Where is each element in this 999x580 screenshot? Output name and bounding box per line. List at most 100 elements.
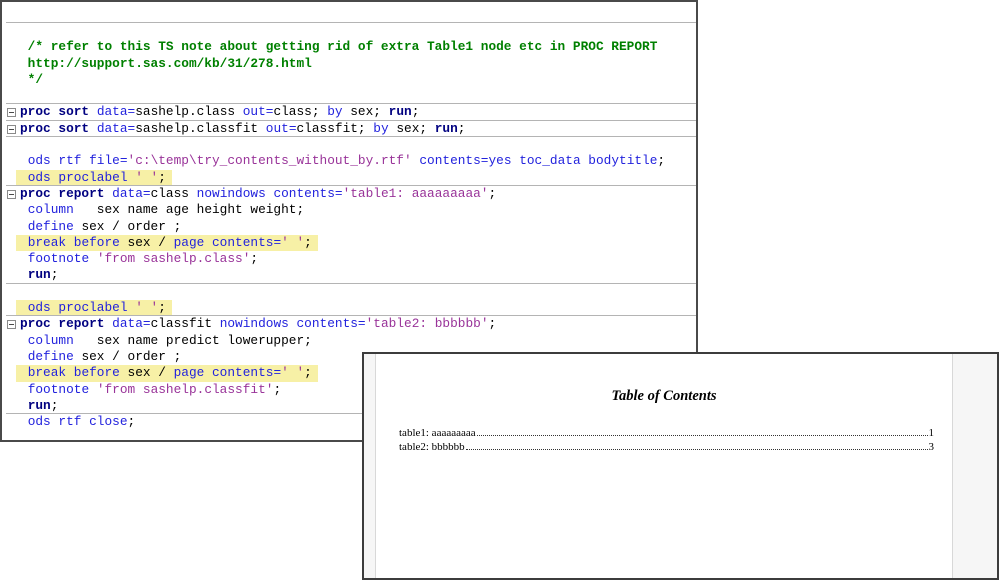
code-line: proc sort data=sashelp.classfit out=clas… <box>6 119 696 137</box>
code-token: data= <box>112 316 151 332</box>
code-token: page contents= <box>173 365 282 381</box>
code-text: footnote 'from sashelp.classfit'; <box>20 382 281 398</box>
code-token: contents=yes toc_data bodytitle <box>419 153 658 169</box>
code-token: ; <box>411 104 420 120</box>
code-token: footnote <box>27 381 90 397</box>
code-token: data= <box>112 185 151 201</box>
code-text: proc sort data=sashelp.class out=class; … <box>20 104 419 120</box>
code-text: define sex / order ; <box>20 218 182 235</box>
code-token: ' ' <box>135 300 159 316</box>
code-token: class; <box>273 104 328 120</box>
collapse-minus-icon[interactable] <box>7 320 16 330</box>
toc-entry-label[interactable]: table1: aaaaaaaaa <box>399 427 476 441</box>
code-line-blank <box>6 136 696 153</box>
code-token: class <box>150 185 197 201</box>
code-token: nowindows contents= <box>196 185 343 201</box>
code-text: column sex name age height weight; <box>20 202 304 218</box>
code-token: by <box>373 120 389 136</box>
code-line: run; <box>20 267 696 283</box>
code-line: */ <box>20 72 696 88</box>
toc-entry-page-number: 3 <box>928 440 935 453</box>
code-token: column <box>27 332 74 348</box>
code-text: proc sort data=sashelp.classfit out=clas… <box>20 121 465 137</box>
code-token: sashelp.classfit <box>135 120 266 136</box>
code-token: page contents= <box>173 234 282 250</box>
collapse-minus-icon[interactable] <box>7 108 16 118</box>
code-text: define sex / order ; <box>20 348 182 365</box>
code-token: ' ' <box>281 234 305 250</box>
code-token: run <box>434 120 458 136</box>
code-line: proc report data=classfit nowindows cont… <box>6 315 696 332</box>
code-token: define <box>27 348 74 364</box>
code-token: run <box>27 267 51 283</box>
toc-entry-page-number: 1 <box>928 427 935 439</box>
code-line: ods proclabel ' '; <box>16 300 696 317</box>
code-token: 'table2: bbbbbb' <box>365 316 489 332</box>
code-token: ; <box>457 120 466 136</box>
code-line: define sex / order ; <box>20 219 696 235</box>
toc-entry: table2: bbbbbb 3 <box>399 441 934 455</box>
code-token: ' ' <box>281 365 305 381</box>
code-text: run; <box>20 397 59 414</box>
code-token: break before <box>27 365 120 381</box>
code-token: sex; <box>342 104 389 120</box>
code-token: ; <box>304 365 312 381</box>
code-text: proc report data=classfit nowindows cont… <box>20 316 496 332</box>
code-token: ; <box>127 414 136 430</box>
code-text: proc report data=class nowindows content… <box>20 186 496 202</box>
toc-entry: table1: aaaaaaaaa 1 <box>399 427 934 441</box>
code-line: ods proclabel ' '; <box>16 169 696 186</box>
rtf-preview-window: Table of Contents table1: aaaaaaaaa 1 tabl… <box>362 352 999 580</box>
code-token: /* refer to this TS note about getting r… <box>20 39 658 55</box>
code-text: */ <box>20 72 43 88</box>
code-text: column sex name predict lowerupper; <box>20 333 312 349</box>
code-token: sex; <box>388 120 435 136</box>
code-token: ; <box>50 397 59 413</box>
toc-entry-label[interactable]: table2: bbbbbb <box>399 441 465 455</box>
code-token: sashelp.class <box>135 104 243 120</box>
collapse-minus-icon[interactable] <box>7 189 16 199</box>
code-token: sex / order ; <box>73 218 182 234</box>
code-token: by <box>327 104 343 120</box>
code-token: sex / <box>119 365 174 381</box>
code-token: ; <box>657 153 666 169</box>
code-token: run <box>27 397 51 413</box>
collapse-minus-icon[interactable] <box>7 124 16 134</box>
code-line: /* refer to this TS note about getting r… <box>20 39 696 55</box>
code-line: proc report data=class nowindows content… <box>6 184 696 202</box>
code-text: run; <box>20 267 59 283</box>
code-token: ; <box>158 169 166 185</box>
code-token: break before <box>27 234 120 250</box>
toc-dot-leader <box>465 448 928 450</box>
code-token: data= <box>96 120 136 136</box>
code-text: http://support.sas.com/kb/31/278.html <box>20 56 312 72</box>
code-token: ' ' <box>135 169 159 185</box>
toc-title: Table of Contents <box>611 388 717 404</box>
code-token: ods proclabel <box>27 169 136 185</box>
code-token: proc report <box>20 185 105 201</box>
code-token: 'table1: aaaaaaaaa' <box>342 185 489 201</box>
code-line: footnote 'from sashelp.class'; <box>20 251 696 267</box>
code-token: nowindows contents= <box>219 316 366 332</box>
code-line-blank <box>6 21 696 39</box>
code-text: /* refer to this TS note about getting r… <box>20 39 658 55</box>
code-token: 'from sashelp.classfit' <box>96 381 274 397</box>
code-token: ods rtf file= <box>27 153 128 169</box>
code-token: out= <box>242 104 274 120</box>
code-token: sex / order ; <box>73 348 182 364</box>
code-token: column <box>27 202 74 218</box>
code-line: http://support.sas.com/kb/31/278.html <box>20 56 696 72</box>
code-line: column sex name predict lowerupper; <box>20 333 696 349</box>
